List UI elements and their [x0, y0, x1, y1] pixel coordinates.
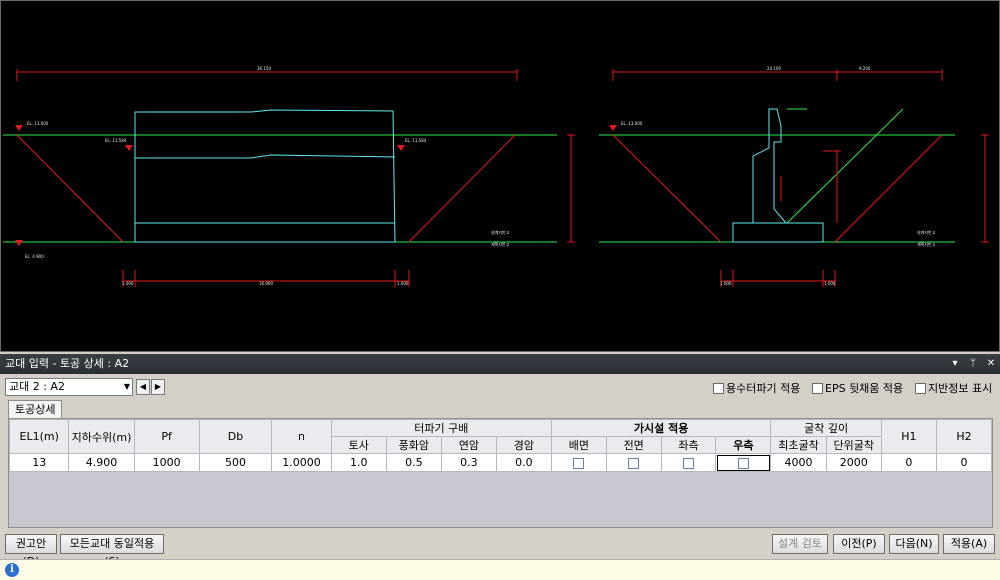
- table-row: 13 4.900 1000 500 1.0000 1.0 0.5 0.3 0.0…: [8, 453, 993, 472]
- col-n: n: [271, 419, 332, 454]
- back-checkbox[interactable]: [573, 457, 585, 469]
- group-excavation-slope: 터파기 구배: [330, 419, 552, 437]
- abutment-input-panel: 교대 입력 - 토공 상세 : A2 ▾ ᛘ ✕ 교대 2 : A2 ▼ ◀ ▶…: [0, 352, 1000, 580]
- prev-abutment-button[interactable]: ◀: [136, 379, 150, 395]
- cell-hard-rock[interactable]: 0.0: [495, 453, 552, 472]
- panel-toolbar: 교대 2 : A2 ▼ ◀ ▶ 용수터파기 적용 EPS 뒷채움 적용 지반정보…: [0, 376, 1000, 398]
- drawing-canvas: 36.150 EL. 13.000 EL. 11.584 EL. 11.584 …: [3, 66, 989, 287]
- cell-weathered-rock[interactable]: 0.5: [385, 453, 442, 472]
- group-dig-depth: 굴착 깊이: [770, 419, 882, 437]
- apply-all-abutments-button[interactable]: 모든교대 동일적용(S): [60, 534, 164, 568]
- cell-pf[interactable]: 1000: [133, 453, 200, 472]
- status-bar: i: [0, 559, 1000, 580]
- recommend-button[interactable]: 권고안(D): [5, 534, 57, 568]
- pump-excavation-checkbox[interactable]: [713, 382, 724, 394]
- right-bottom-dim-3: 1.000: [824, 281, 836, 286]
- close-icon[interactable]: ✕: [986, 354, 996, 374]
- cell-h2[interactable]: 0: [935, 453, 993, 472]
- col-gwl: 지하수위(m): [68, 419, 135, 454]
- col-h2: H2: [935, 419, 993, 454]
- left-el-mid: EL. 11.584: [105, 138, 127, 143]
- option-pump-excavation[interactable]: 용수터파기 적용: [713, 380, 800, 396]
- cell-soft-rock[interactable]: 0.3: [440, 453, 497, 472]
- earthwork-table: EL1(m) 지하수위(m) Pf Db n 터파기 구배 가시설 적용 굴착 …: [8, 419, 993, 472]
- right-checkbox[interactable]: [737, 457, 749, 469]
- col-min-dig: 최초굴착: [770, 436, 827, 454]
- col-left: 좌측: [660, 436, 717, 454]
- info-icon: i: [5, 563, 19, 577]
- cell-n[interactable]: 1.0000: [271, 453, 332, 472]
- left-bottom-dim-3: 1.000: [397, 281, 409, 286]
- cell-db[interactable]: 500: [198, 453, 273, 472]
- col-pf: Pf: [133, 419, 200, 454]
- cell-right[interactable]: [715, 453, 772, 472]
- left-checkbox[interactable]: [683, 457, 695, 469]
- eps-backfill-label: EPS 뒷채움 적용: [825, 382, 904, 395]
- left-el-top: EL. 13.000: [27, 121, 49, 126]
- cell-el1[interactable]: 13: [8, 453, 70, 472]
- cell-soil[interactable]: 1.0: [330, 453, 387, 472]
- tab-earthwork-detail[interactable]: 토공상세: [8, 400, 63, 418]
- dropdown-icon[interactable]: ▾: [950, 354, 960, 374]
- cad-drawing-view[interactable]: 36.150 EL. 13.000 EL. 11.584 EL. 11.584 …: [0, 0, 1000, 352]
- right-top-dim-1: 24.100: [767, 66, 781, 71]
- cell-left[interactable]: [660, 453, 717, 472]
- right-el-top: EL. 13.000: [621, 121, 643, 126]
- option-ground-info[interactable]: 지반정보 표시: [915, 380, 992, 396]
- button-row: 권고안(D) 모든교대 동일적용(S) 설계 검토 이전(P) 다음(N) 적용…: [0, 534, 1000, 568]
- ground-info-label: 지반정보 표시: [928, 382, 993, 395]
- chevron-down-icon: ▼: [123, 382, 130, 391]
- cell-front[interactable]: [605, 453, 662, 472]
- right-top-dim-2: 9.200: [859, 66, 871, 71]
- left-el-bottom: EL. 4.900: [25, 254, 44, 259]
- col-db: Db: [198, 419, 273, 454]
- cell-unit-dig[interactable]: 2000: [825, 453, 882, 472]
- next-abutment-button[interactable]: ▶: [151, 379, 165, 395]
- left-top-dimension: 36.150: [257, 66, 271, 71]
- left-el-mid-right: EL. 11.584: [405, 138, 427, 143]
- abutment-selector-value: 교대 2 : A2: [9, 380, 65, 393]
- prev-button[interactable]: 이전(P): [833, 534, 885, 554]
- col-right: 우측: [715, 436, 772, 454]
- cell-min-dig[interactable]: 4000: [770, 453, 827, 472]
- cell-back[interactable]: [550, 453, 607, 472]
- abutment-selector[interactable]: 교대 2 : A2 ▼: [5, 378, 133, 396]
- group-temporary-structure: 가시설 적용: [550, 419, 772, 437]
- left-bottom-dim-1: 1.000: [122, 281, 134, 286]
- col-weathered-rock: 풍화암: [385, 436, 442, 454]
- col-front: 전면: [605, 436, 662, 454]
- pin-icon[interactable]: ᛘ: [968, 354, 978, 374]
- next-button[interactable]: 다음(N): [889, 534, 939, 554]
- left-water-label-1: 설계지반고: [491, 229, 510, 235]
- earthwork-grid: EL1(m) 지하수위(m) Pf Db n 터파기 구배 가시설 적용 굴착 …: [8, 418, 993, 528]
- cell-gwl[interactable]: 4.900: [68, 453, 135, 472]
- cell-h1[interactable]: 0: [880, 453, 937, 472]
- apply-button[interactable]: 적용(A): [943, 534, 995, 554]
- ground-info-checkbox[interactable]: [915, 382, 926, 394]
- left-water-label-2: 계획지반고: [491, 241, 510, 247]
- design-check-button[interactable]: 설계 검토: [772, 534, 828, 554]
- col-soil: 토사: [330, 436, 387, 454]
- option-eps-backfill[interactable]: EPS 뒷채움 적용: [812, 380, 903, 396]
- panel-title: 교대 입력 - 토공 상세 : A2: [5, 357, 130, 370]
- eps-backfill-checkbox[interactable]: [812, 382, 823, 394]
- col-soft-rock: 연암: [440, 436, 497, 454]
- right-bottom-dim-1: 1.000: [720, 281, 732, 286]
- col-el1: EL1(m): [8, 419, 70, 454]
- panel-titlebar[interactable]: 교대 입력 - 토공 상세 : A2 ▾ ᛘ ✕: [0, 354, 1000, 374]
- col-unit-dig: 단위굴착: [825, 436, 882, 454]
- left-bottom-dim-2: 16.900: [259, 281, 273, 286]
- right-water-label-2: 계획지반고: [917, 241, 936, 247]
- col-h1: H1: [880, 419, 937, 454]
- pump-excavation-label: 용수터파기 적용: [726, 382, 801, 395]
- tab-label: 토공상세: [15, 403, 56, 416]
- right-water-label-1: 설계지반고: [917, 229, 936, 235]
- col-hard-rock: 경암: [495, 436, 552, 454]
- front-checkbox[interactable]: [628, 457, 640, 469]
- col-back: 배면: [550, 436, 607, 454]
